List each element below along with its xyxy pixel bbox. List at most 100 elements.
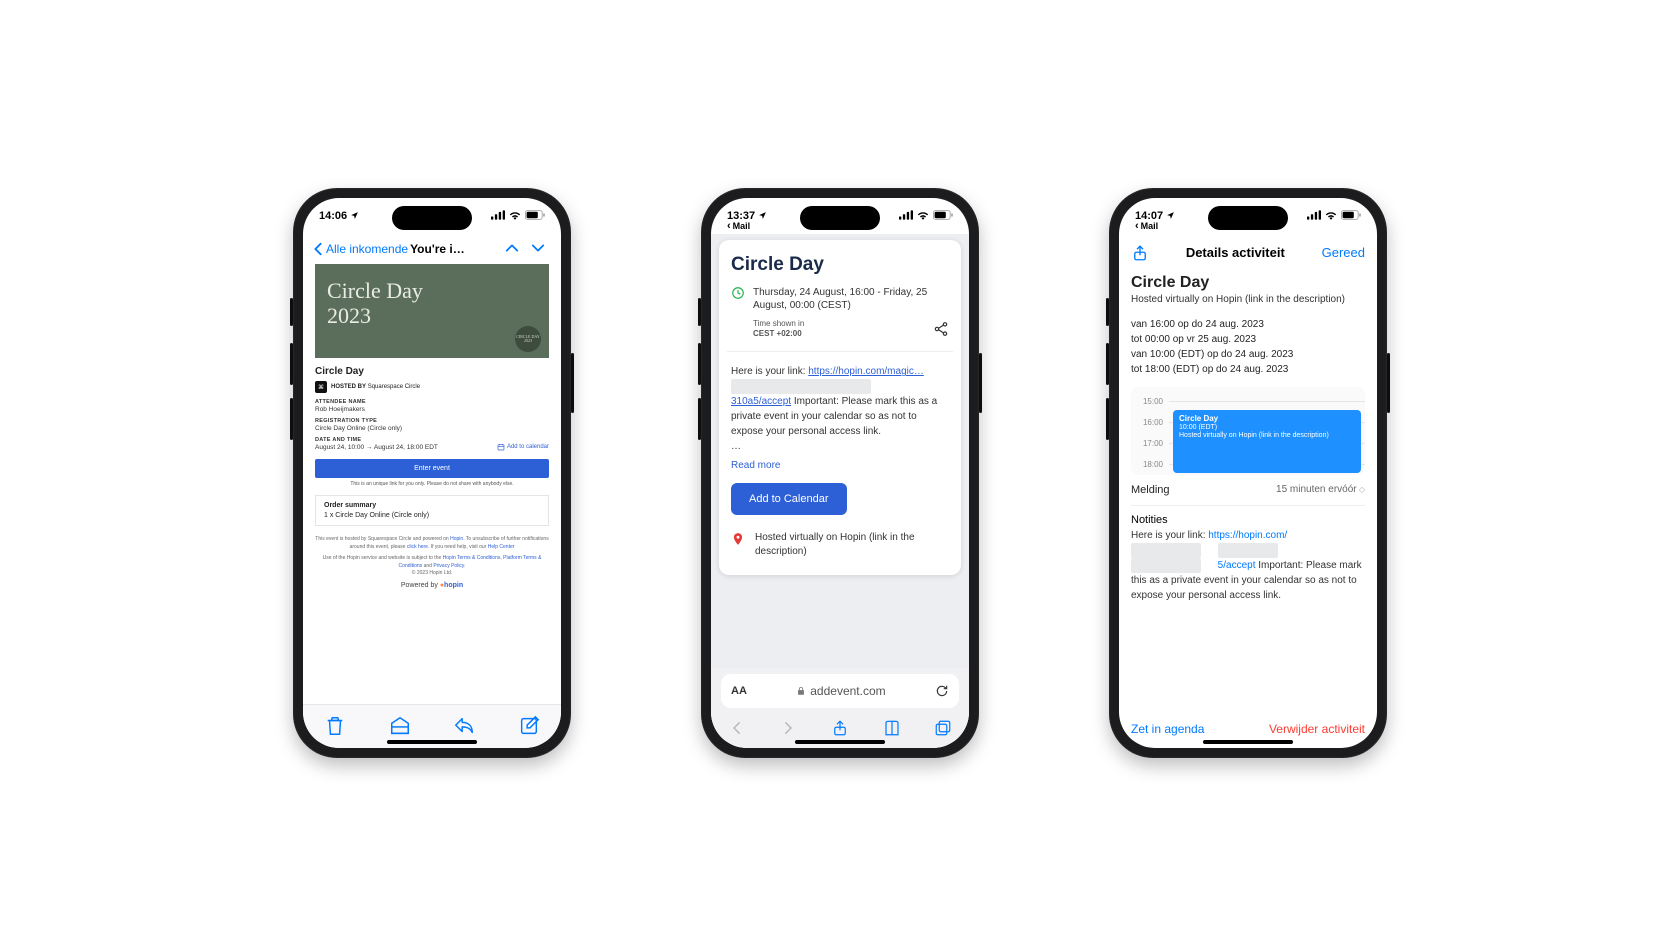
done-button[interactable]: Gereed [1322, 245, 1365, 260]
datetime-value: August 24, 10:00 → August 24, 18:00 EDT [315, 444, 438, 451]
footer-text-1: This event is hosted by Squarespace Circ… [315, 536, 549, 551]
back-icon[interactable] [728, 719, 746, 737]
signal-icon [491, 210, 505, 220]
add-to-calendar-link[interactable]: Add to calendar [497, 443, 549, 451]
status-indicators [899, 210, 953, 220]
battery-icon [525, 210, 545, 220]
order-line: 1 x Circle Day Online (Circle only) [324, 512, 540, 519]
read-more-link[interactable]: Read more [731, 460, 780, 471]
registration-value: Circle Day Online (Circle only) [315, 425, 549, 432]
notes-content: Here is your link: https://hopin.com/ xx… [1131, 528, 1365, 603]
timeline-hour: 15:00 [1131, 397, 1169, 406]
breadcrumb-back[interactable]: Mail [1135, 220, 1175, 232]
location-pin-icon [731, 532, 745, 546]
reply-icon[interactable] [453, 715, 475, 737]
signal-icon [1307, 210, 1321, 220]
attendee-label: ATTENDEE NAME [315, 399, 549, 405]
order-title: Order summary [324, 502, 540, 509]
mail-back-button[interactable]: Alle inkomende [313, 242, 408, 256]
mail-back-label: Alle inkomende [326, 242, 408, 256]
attendee-value: Rob Hoeijmakers [315, 406, 549, 413]
header-title: Details activiteit [1186, 245, 1285, 260]
add-to-calendar-button[interactable]: Add to Calendar [731, 483, 847, 515]
mail-nav: Alle inkomende You're i… [303, 234, 561, 264]
event-description: Here is your link: https://hopin.com/mag… [731, 364, 949, 454]
remove-activity-button[interactable]: Verwijder activiteit [1269, 722, 1365, 736]
hosted-by: ⌘ HOSTED BY Squarespace Circle [315, 381, 549, 393]
status-time: 14:06 [319, 210, 347, 222]
timeline: 15:00 16:00 17:00 18:00 Circle Day 10:00… [1131, 387, 1365, 475]
notes-link-2[interactable]: 5/accept [1218, 560, 1256, 571]
event-card: Circle Day Thursday, 24 August, 16:00 - … [719, 240, 961, 576]
hero-line1: Circle Day [327, 278, 423, 303]
forward-icon[interactable] [779, 719, 797, 737]
share-icon[interactable] [1131, 244, 1149, 262]
location-icon [350, 211, 359, 220]
iphone-mockup-1: 14:06 Alle inkomende You're i… [293, 188, 571, 758]
trash-icon[interactable] [324, 715, 346, 737]
timeline-hour: 18:00 [1131, 460, 1169, 469]
battery-icon [933, 210, 953, 220]
archive-icon[interactable] [389, 715, 411, 737]
hopin-link[interactable]: Hopin [450, 536, 463, 542]
registration-label: REGISTRATION TYPE [315, 418, 549, 424]
iphone-mockup-3: 14:07 Mail Details activiteit Gereed Cir… [1109, 188, 1387, 758]
privacy-link[interactable]: Privacy Policy [433, 563, 464, 569]
squarespace-icon: ⌘ [315, 381, 327, 393]
timeline-event-block[interactable]: Circle Day 10:00 (EDT) Hosted virtually … [1173, 410, 1361, 473]
order-summary: Order summary 1 x Circle Day Online (Cir… [315, 495, 549, 526]
event-datetime: Thursday, 24 August, 16:00 - Friday, 25 … [753, 286, 949, 313]
safari-content: Circle Day Thursday, 24 August, 16:00 - … [711, 234, 969, 748]
unique-link-note: This is an unique link for you only. Ple… [315, 481, 549, 487]
unsubscribe-link[interactable]: click here [407, 544, 428, 550]
url-field[interactable]: AA addevent.com [721, 674, 959, 708]
hosted-value: Squarespace Circle [368, 384, 420, 390]
calendar-header: Details activiteit Gereed [1119, 234, 1377, 272]
compose-icon[interactable] [518, 715, 540, 737]
timeline-hour: 16:00 [1131, 418, 1169, 427]
powered-by: Powered by ●hopin [315, 582, 549, 589]
terms-link[interactable]: Hopin Terms & Conditions [443, 555, 501, 561]
share-icon[interactable] [831, 719, 849, 737]
magic-link-1[interactable]: https://hopin.com/magic… [808, 366, 924, 377]
safari-url-bar: AA addevent.com [711, 668, 969, 708]
copyright: © 2023 Hopin Ltd. [412, 570, 452, 576]
event-title: Circle Day [731, 254, 949, 276]
chevron-down-icon [531, 243, 545, 253]
status-indicators [491, 210, 545, 220]
mail-body: Circle Day2023 CIRCLE DAY 2023 Circle Da… [303, 264, 561, 704]
clock-icon [731, 286, 745, 300]
enter-event-button[interactable]: Enter event [315, 459, 549, 478]
next-message-button[interactable] [525, 240, 551, 258]
location-icon [1166, 211, 1175, 220]
hero-line2: 2023 [327, 303, 371, 328]
wifi-icon [1324, 210, 1338, 220]
hosted-label: HOSTED BY [331, 384, 366, 390]
chevron-left-icon [313, 242, 323, 256]
alert-row[interactable]: Melding 15 minuten ervóór [1131, 475, 1365, 506]
timeline-hour: 17:00 [1131, 439, 1169, 448]
chevron-up-icon [505, 243, 519, 253]
footer-text-2: Use of the Hopin service and website is … [315, 555, 549, 578]
bookmarks-icon[interactable] [883, 719, 901, 737]
share-icon[interactable] [933, 321, 949, 337]
help-center-link[interactable]: Help Center [488, 544, 515, 550]
magic-link-2[interactable]: 310a5/accept [731, 396, 791, 407]
add-to-calendar-label: Add to calendar [507, 444, 549, 450]
location-icon [758, 211, 767, 220]
notes-link-1[interactable]: https://hopin.com/ [1208, 530, 1287, 541]
add-to-agenda-button[interactable]: Zet in agenda [1131, 722, 1204, 736]
url-host: addevent.com [810, 684, 885, 698]
prev-message-button[interactable] [499, 240, 525, 258]
breadcrumb-back[interactable]: Mail [727, 220, 767, 232]
event-dates: van 16:00 op do 24 aug. 2023 tot 00:00 o… [1131, 317, 1365, 377]
signal-icon [899, 210, 913, 220]
wifi-icon [916, 210, 930, 220]
wifi-icon [508, 210, 522, 220]
alert-label: Melding [1131, 484, 1170, 496]
mail-subject: You're i… [410, 242, 499, 256]
text-size-button[interactable]: AA [731, 685, 747, 697]
tabs-icon[interactable] [934, 719, 952, 737]
event-location: Hosted virtually on Hopin (link in the d… [755, 531, 949, 559]
reload-icon[interactable] [935, 684, 949, 698]
